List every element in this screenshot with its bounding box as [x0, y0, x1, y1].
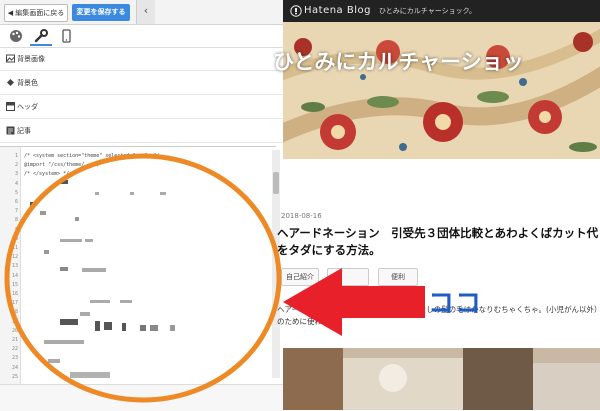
- code-line: /* </system> */: [24, 171, 70, 177]
- css-code-editor[interactable]: 1 2 3 4 5 6 7 8 9 10 11 12 13 14 15 16 17 18 19 20 21 22 23 24 2…: [0, 146, 276, 385]
- paint-icon: [7, 79, 14, 86]
- blurred-code: [48, 359, 60, 363]
- line-number: 4: [14, 180, 18, 187]
- post-title[interactable]: ヘアードネーション 引受先３団体比較とあわよくばカット代をタダにする方法。: [277, 225, 600, 259]
- category-chip[interactable]: [327, 268, 369, 286]
- line-number: 19: [11, 318, 18, 325]
- line-number: 8: [14, 217, 18, 224]
- blurred-code: [95, 192, 99, 195]
- line-number: 15: [11, 281, 18, 288]
- line-number: 1: [14, 153, 18, 159]
- sidebar-item-label: 背景画像: [17, 55, 45, 63]
- blurred-code: [30, 202, 34, 206]
- editor-footer: [0, 384, 283, 411]
- blurred-code: [60, 239, 82, 242]
- sidebar-item-article[interactable]: 記事: [0, 120, 283, 143]
- design-editor-panel: ◀ 編集画面に戻る 変更を保存する ‹ 背景画像 背景色 ヘッダ 記事 1234…: [0, 0, 284, 411]
- post-date[interactable]: 2018-08-16: [281, 212, 322, 220]
- palette-icon[interactable]: [8, 28, 24, 44]
- line-number: 22: [11, 346, 18, 353]
- blurred-code: [40, 211, 46, 215]
- blurred-code: [60, 319, 78, 325]
- blurred-code: [170, 325, 175, 331]
- scroll-thumb[interactable]: [273, 172, 279, 194]
- code-line: /* <system section="theme" selected="...…: [24, 153, 160, 159]
- blurred-code: [122, 323, 126, 331]
- header-icon: [6, 102, 15, 111]
- code-line: @import "/css/theme/...";: [24, 162, 100, 168]
- line-number: 7: [14, 208, 18, 215]
- line-number: 14: [11, 272, 18, 279]
- blurred-code: [44, 340, 84, 344]
- blurred-code: [150, 325, 158, 331]
- blurred-code: [82, 268, 106, 272]
- category-chip[interactable]: 自己紹介: [281, 268, 319, 286]
- blurred-code: [60, 267, 68, 271]
- line-number: 3: [14, 171, 18, 178]
- blurred-code: [44, 250, 49, 254]
- line-number: 13: [11, 263, 18, 270]
- line-number: 16: [11, 291, 18, 297]
- mobile-icon[interactable]: [58, 28, 74, 44]
- back-label: 編集画面に戻る: [15, 9, 65, 17]
- hatena-global-header: Hatena Blog ひとみにカルチャーショック。: [283, 0, 600, 22]
- line-number: 9: [14, 226, 18, 233]
- blurred-code: [70, 372, 110, 378]
- blurred-code: [130, 192, 134, 195]
- sidebar-item-background-color[interactable]: 背景色: [0, 72, 283, 95]
- blurred-code: [90, 300, 110, 303]
- back-to-edit-button[interactable]: ◀ 編集画面に戻る: [4, 4, 68, 22]
- collapse-panel-button[interactable]: ‹: [136, 0, 155, 24]
- post-photo: [283, 348, 600, 410]
- blog-title[interactable]: ひとみにカルチャーショッ: [273, 46, 524, 76]
- line-number: 2: [14, 162, 18, 169]
- active-tab-indicator: [30, 44, 52, 46]
- blurred-code: [104, 322, 112, 330]
- article-icon: [6, 126, 15, 135]
- sidebar-item-label: 記事: [17, 127, 31, 135]
- line-number: 6: [14, 199, 18, 205]
- save-changes-button[interactable]: 変更を保存する: [72, 4, 130, 21]
- line-number: 5: [14, 189, 18, 196]
- line-number: 10: [11, 235, 18, 242]
- line-number: 20: [11, 327, 18, 334]
- sidebar-item-background-image[interactable]: 背景画像: [0, 48, 283, 71]
- category-chip[interactable]: 便利: [378, 268, 418, 286]
- chevron-left-icon: ‹: [143, 4, 149, 17]
- line-number-gutter: 1 2 3 4 5 6 7 8 9 10 11 12 13 14 15 16 17 18 19 20 21 22 23 24 2…: [0, 147, 21, 385]
- blurred-code: [120, 300, 132, 303]
- sidebar-item-label: 背景色: [17, 79, 38, 87]
- line-number: 18: [11, 309, 18, 316]
- blurred-code: [75, 217, 79, 221]
- line-number: 12: [11, 254, 18, 261]
- hatena-blog-brand[interactable]: Hatena Blog: [304, 5, 371, 16]
- hatena-logo-icon[interactable]: [290, 5, 302, 17]
- header-image: [283, 22, 600, 159]
- line-number: 17: [11, 300, 18, 307]
- line-number: 25: [11, 373, 18, 380]
- sidebar-item-header[interactable]: ヘッダ: [0, 96, 283, 119]
- blurred-code: [95, 321, 100, 331]
- blurred-code: [160, 192, 166, 195]
- image-icon: [6, 54, 15, 63]
- line-number: 24: [11, 364, 18, 371]
- blurred-code: [140, 325, 146, 331]
- editor-toolbar: ◀ 編集画面に戻る 変更を保存する ‹: [0, 0, 283, 25]
- line-number: 21: [11, 337, 18, 343]
- blurred-code: [85, 239, 93, 242]
- wrench-icon[interactable]: [33, 28, 49, 44]
- blog-preview: Hatena Blog ひとみにカルチャーショック。 ひとみにカルチャーショッ …: [273, 0, 600, 410]
- line-number: 23: [11, 355, 18, 362]
- line-number: 11: [11, 245, 18, 251]
- blurred-code: [80, 312, 90, 316]
- blog-name-link[interactable]: ひとみにカルチャーショック。: [379, 6, 476, 16]
- blurred-code: [60, 180, 68, 184]
- koko-annotation: ココ: [428, 289, 483, 319]
- sidebar-item-label: ヘッダ: [17, 103, 38, 111]
